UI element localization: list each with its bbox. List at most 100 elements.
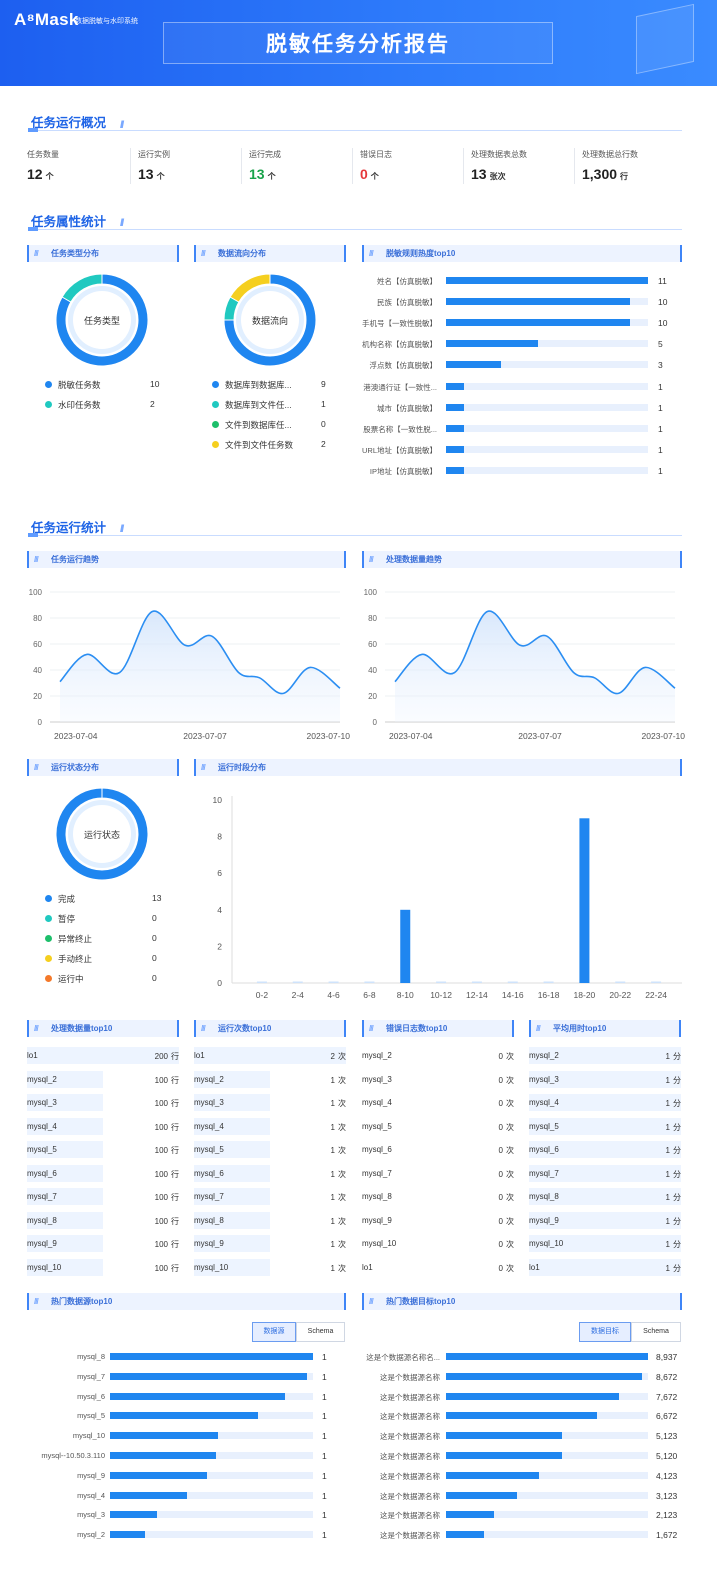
table-row-value: 100 行 — [154, 1075, 179, 1085]
table-row-value: 100 行 — [154, 1240, 179, 1249]
panel-head-hot-source: ///热门数据源top10 — [27, 1293, 346, 1310]
hot-source-name: mysql_5 — [77, 1411, 105, 1421]
rule-value: 11 — [658, 276, 667, 286]
table-row-name: mysql_6 — [27, 1168, 57, 1178]
hot-target-bar — [446, 1432, 562, 1440]
rule-name: 股票名称【一致性脱... — [363, 424, 437, 434]
kpi-separator — [574, 148, 575, 184]
hot-target-value: 6,672 — [656, 1411, 678, 1422]
hot-source-name: mysql_4 — [77, 1490, 105, 1500]
legend-label: 脱敏任务数 — [58, 380, 101, 390]
table-row-value: 1分 — [665, 1216, 681, 1226]
table-row-name: mysql_9 — [362, 1215, 392, 1225]
y-tick-label: 20 — [368, 692, 377, 701]
panel-head-trend-data: ///处理数据量趋势 — [362, 551, 682, 568]
rule-name: URL地址【仿真脱敏】 — [361, 445, 437, 455]
table-row-name: mysql_8 — [27, 1215, 57, 1225]
table-row-value: 1分 — [665, 1263, 681, 1273]
hot-source-name: mysql_6 — [77, 1391, 105, 1401]
y-tick-label: 4 — [217, 905, 222, 915]
hot-source-value: 1 — [322, 1371, 327, 1382]
hot-source-bar — [110, 1372, 307, 1380]
table-row-value: 0次 — [498, 1263, 514, 1273]
table-row-value: 1分 — [665, 1193, 681, 1202]
hot-source-value: 1 — [322, 1451, 327, 1461]
y-tick-label: 80 — [368, 614, 377, 623]
rule-bar-track — [446, 403, 648, 411]
x-tick-label: 22-24 — [645, 990, 667, 1000]
panel-head-run-status: ///运行状态分布 — [27, 759, 179, 776]
x-tick-label: 10-12 — [430, 990, 452, 1000]
legend-dot — [212, 401, 219, 408]
table-row-value: 1次 — [330, 1122, 346, 1132]
rule-bar — [446, 319, 630, 327]
kpi-unit: 个 — [45, 172, 54, 181]
rule-name: 民族【仿真脱敏】 — [377, 298, 437, 308]
tab-datatarget[interactable]: 数据目标 — [579, 1322, 631, 1342]
legend-label: 异常终止 — [58, 934, 93, 944]
table-row-value: 0次 — [498, 1146, 514, 1155]
hot-target-value: 3,123 — [656, 1490, 678, 1501]
x-tick-label: 20-22 — [609, 990, 631, 1000]
tab-schema-target[interactable]: Schema — [631, 1322, 681, 1342]
legend-dot — [212, 441, 219, 448]
section-divider — [28, 130, 682, 131]
rule-bar — [446, 361, 502, 369]
hot-source-value: 1 — [322, 1391, 327, 1402]
rule-value: 1 — [658, 423, 663, 434]
legend-value: 10 — [150, 379, 160, 389]
hot-target-bar — [446, 1491, 517, 1499]
time-dist-bar-chart: 0 2 4 6 8 10 0-2 2-4 4-6 6-8 8-10 10-12 12-14 14-16 16… — [213, 795, 682, 1000]
bar — [507, 981, 518, 983]
table-row-name: mysql_9 — [194, 1239, 224, 1248]
table-row-name: lo1 — [529, 1262, 540, 1272]
x-tick-label: 4-6 — [327, 990, 340, 1000]
legend-dot — [45, 935, 52, 942]
section-accent — [28, 128, 38, 132]
hot-source-value: 1 — [322, 1411, 327, 1422]
table-row-name: mysql_8 — [362, 1192, 392, 1201]
table-row-name: mysql_6 — [529, 1145, 559, 1154]
legend-label: 完成 — [58, 894, 76, 904]
donut-center-label: 任务类型 — [83, 316, 120, 326]
hot-target-name: 这是个数据源名称 — [380, 1531, 440, 1541]
section-accent — [28, 533, 38, 537]
table-row-name: mysql_2 — [529, 1051, 559, 1060]
hot-source-bar — [110, 1353, 313, 1360]
table-row-name: mysql_3 — [529, 1074, 559, 1084]
kpi-unit: 个 — [156, 172, 165, 181]
table-row-value: 0次 — [498, 1052, 514, 1061]
table-row-value: 1分 — [665, 1075, 681, 1085]
hot-target-name: 这是个数据源名称 — [380, 1412, 440, 1422]
y-tick-label: 60 — [368, 640, 377, 649]
tab-datasource[interactable]: 数据源 — [252, 1322, 296, 1342]
hot-source-bar — [110, 1531, 145, 1539]
y-tick-label: 40 — [368, 666, 377, 675]
table-row-value: 1次 — [330, 1216, 346, 1226]
tab-schema[interactable]: Schema — [296, 1322, 345, 1342]
hot-target-value: 5,123 — [656, 1431, 678, 1442]
hot-source-bar — [110, 1392, 285, 1400]
legend-value: 0 — [321, 419, 326, 429]
table-row-name: mysql_7 — [529, 1168, 559, 1178]
panel-head-table: ///处理数据量top10 — [27, 1020, 179, 1037]
table-row-value: 100 行 — [154, 1122, 179, 1132]
kpi-separator — [352, 148, 353, 184]
line-area — [395, 611, 675, 722]
rule-value: 5 — [658, 339, 663, 350]
table-row-name: mysql_9 — [529, 1215, 559, 1225]
legend-label: 文件到文件任务数 — [225, 440, 294, 450]
rule-bar — [446, 382, 465, 390]
section-accent — [28, 227, 38, 231]
table-row-name: mysql_10 — [27, 1262, 62, 1272]
kpi-label: 处理数据表总数 — [471, 150, 527, 159]
table-row-value: 1分 — [665, 1052, 681, 1061]
section-slash-icon: /// — [120, 524, 125, 535]
legend-value: 0 — [152, 933, 157, 943]
rule-bar — [446, 403, 465, 411]
table-row-name: mysql_5 — [27, 1145, 57, 1154]
table-row-name: mysql_2 — [27, 1074, 57, 1084]
x-tick-label: 2-4 — [292, 990, 305, 1000]
kpi-value: 12 个 — [27, 166, 54, 182]
legend-dot — [212, 421, 219, 428]
